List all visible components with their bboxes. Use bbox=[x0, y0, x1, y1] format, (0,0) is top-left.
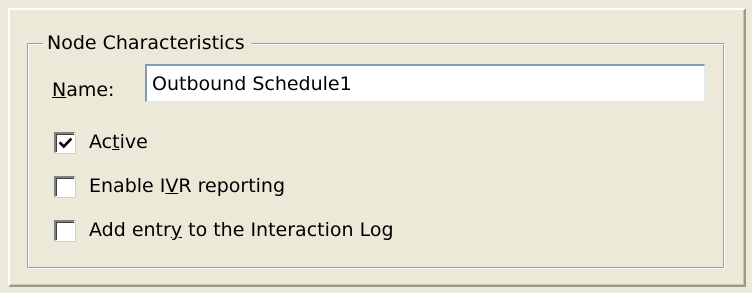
active-checkbox[interactable] bbox=[54, 131, 75, 153]
name-input[interactable] bbox=[145, 64, 705, 102]
active-checkbox-row[interactable]: Active bbox=[54, 130, 148, 154]
name-label-rest: ame: bbox=[66, 79, 115, 101]
enable-ivr-reporting-checkbox[interactable] bbox=[54, 175, 75, 197]
enable-ivr-reporting-label: Enable IVR reporting bbox=[89, 175, 286, 197]
name-label: Name: bbox=[52, 78, 114, 102]
groupbox-title: Node Characteristics bbox=[43, 30, 251, 56]
name-label-mnemonic: N bbox=[52, 79, 67, 101]
add-to-interaction-log-checkbox-row[interactable]: Add entry to the Interaction Log bbox=[54, 218, 394, 242]
active-label: Active bbox=[89, 131, 148, 153]
enable-ivr-reporting-checkbox-row[interactable]: Enable IVR reporting bbox=[54, 174, 285, 198]
add-to-interaction-log-label: Add entry to the Interaction Log bbox=[89, 219, 394, 241]
add-to-interaction-log-checkbox[interactable] bbox=[54, 219, 75, 241]
checkmark-icon bbox=[58, 137, 73, 148]
